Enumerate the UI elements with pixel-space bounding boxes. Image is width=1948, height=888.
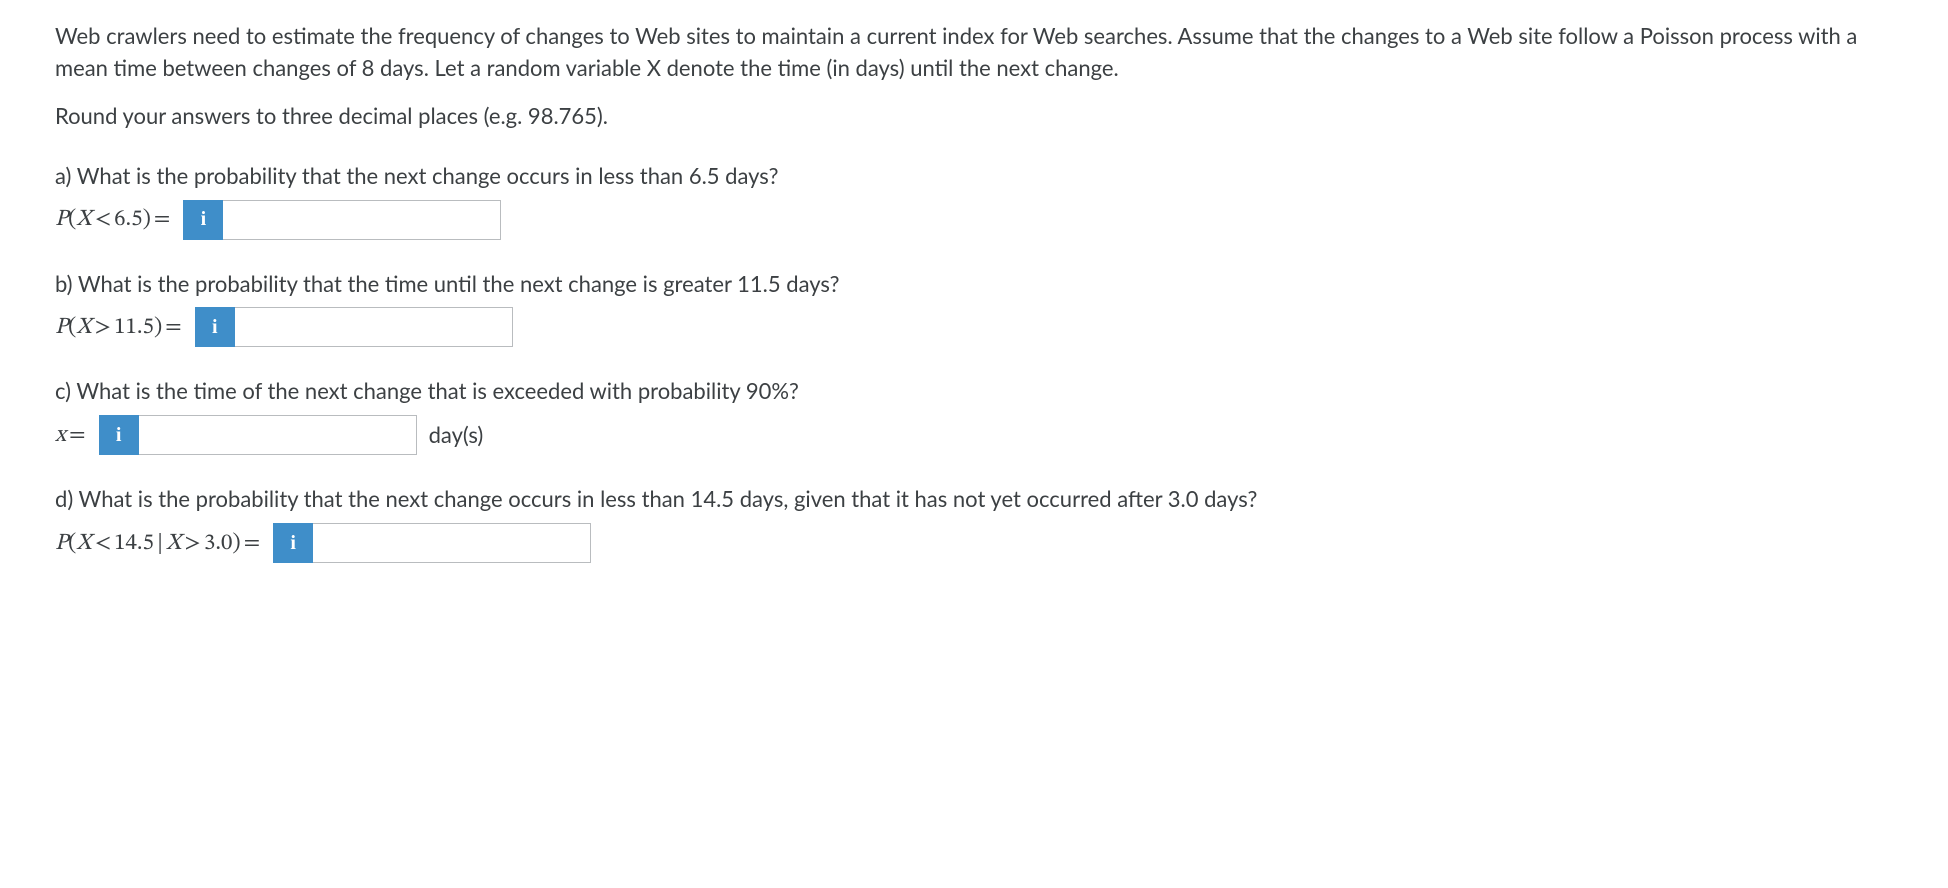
part-b: b) What is the probability that the time… bbox=[55, 268, 1893, 348]
expr-d: P(X<14.5|X>3.0)= bbox=[55, 527, 273, 560]
expr-c: x= bbox=[55, 419, 99, 452]
answer-input-d[interactable] bbox=[313, 523, 591, 563]
part-c: c) What is the time of the next change t… bbox=[55, 375, 1893, 455]
answer-line-b: P(X>11.5)= i bbox=[55, 307, 1893, 347]
question-c-text: c) What is the time of the next change t… bbox=[55, 375, 1893, 407]
intro-paragraph-1: Web crawlers need to estimate the freque… bbox=[55, 20, 1893, 84]
answer-line-c: x= i day(s) bbox=[55, 415, 1893, 455]
unit-c: day(s) bbox=[417, 419, 484, 451]
part-a: a) What is the probability that the next… bbox=[55, 160, 1893, 240]
question-b-text: b) What is the probability that the time… bbox=[55, 268, 1893, 300]
part-d: d) What is the probability that the next… bbox=[55, 483, 1893, 563]
intro-paragraph-2: Round your answers to three decimal plac… bbox=[55, 100, 1893, 132]
answer-input-c[interactable] bbox=[139, 415, 417, 455]
info-icon[interactable]: i bbox=[195, 307, 235, 347]
info-icon[interactable]: i bbox=[183, 200, 223, 240]
expr-b: P(X>11.5)= bbox=[55, 311, 195, 344]
answer-line-d: P(X<14.5|X>3.0)= i bbox=[55, 523, 1893, 563]
question-d-text: d) What is the probability that the next… bbox=[55, 483, 1893, 515]
expr-a: P(X<6.5)= bbox=[55, 203, 183, 236]
answer-input-a[interactable] bbox=[223, 200, 501, 240]
answer-line-a: P(X<6.5)= i bbox=[55, 200, 1893, 240]
question-a-text: a) What is the probability that the next… bbox=[55, 160, 1893, 192]
answer-input-b[interactable] bbox=[235, 307, 513, 347]
problem-intro: Web crawlers need to estimate the freque… bbox=[55, 20, 1893, 132]
info-icon[interactable]: i bbox=[273, 523, 313, 563]
info-icon[interactable]: i bbox=[99, 415, 139, 455]
